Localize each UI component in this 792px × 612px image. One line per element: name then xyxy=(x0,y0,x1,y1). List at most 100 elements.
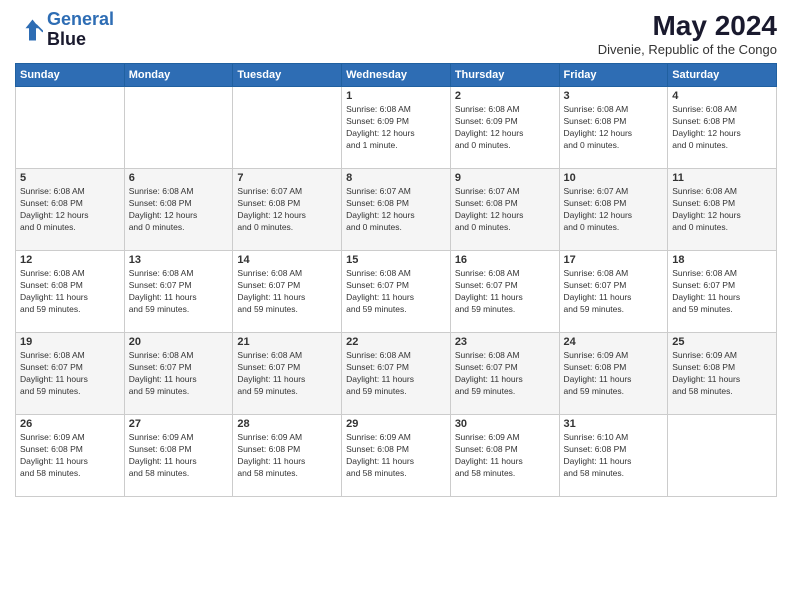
calendar-cell: 22 Sunrise: 6:08 AM Sunset: 6:07 PM Dayli… xyxy=(342,333,451,415)
calendar-cell: 1 Sunrise: 6:08 AM Sunset: 6:09 PM Daylig… xyxy=(342,87,451,169)
day-info: Sunrise: 6:08 AM Sunset: 6:07 PM Dayligh… xyxy=(237,350,337,398)
day-number: 27 xyxy=(129,418,229,430)
day-info: Sunrise: 6:08 AM Sunset: 6:07 PM Dayligh… xyxy=(564,268,664,316)
col-saturday: Saturday xyxy=(668,64,777,87)
day-number: 5 xyxy=(20,172,120,184)
calendar-cell: 17 Sunrise: 6:08 AM Sunset: 6:07 PM Dayli… xyxy=(559,251,668,333)
day-number: 11 xyxy=(672,172,772,184)
day-number: 17 xyxy=(564,254,664,266)
day-info: Sunrise: 6:10 AM Sunset: 6:08 PM Dayligh… xyxy=(564,432,664,480)
day-number: 22 xyxy=(346,336,446,348)
calendar-cell: 27 Sunrise: 6:09 AM Sunset: 6:08 PM Dayli… xyxy=(124,415,233,497)
day-info: Sunrise: 6:08 AM Sunset: 6:07 PM Dayligh… xyxy=(672,268,772,316)
day-info: Sunrise: 6:08 AM Sunset: 6:07 PM Dayligh… xyxy=(20,350,120,398)
day-number: 9 xyxy=(455,172,555,184)
day-number: 23 xyxy=(455,336,555,348)
calendar-cell: 31Sunrise: 6:10 AM Sunset: 6:08 PM Dayli… xyxy=(559,415,668,497)
day-info: Sunrise: 6:08 AM Sunset: 6:07 PM Dayligh… xyxy=(346,350,446,398)
calendar-cell xyxy=(668,415,777,497)
day-number: 25 xyxy=(672,336,772,348)
day-info: Sunrise: 6:08 AM Sunset: 6:08 PM Dayligh… xyxy=(672,186,772,234)
calendar-cell: 28 Sunrise: 6:09 AM Sunset: 6:08 PM Dayli… xyxy=(233,415,342,497)
calendar-cell: 23 Sunrise: 6:08 AM Sunset: 6:07 PM Dayli… xyxy=(450,333,559,415)
day-number: 12 xyxy=(20,254,120,266)
col-sunday: Sunday xyxy=(16,64,125,87)
calendar-cell: 30Sunrise: 6:09 AM Sunset: 6:08 PM Dayli… xyxy=(450,415,559,497)
day-info: Sunrise: 6:09 AM Sunset: 6:08 PM Dayligh… xyxy=(455,432,555,480)
title-section: May 2024 Divenie, Republic of the Congo xyxy=(598,10,777,57)
calendar-cell: 20 Sunrise: 6:08 AM Sunset: 6:07 PM Dayli… xyxy=(124,333,233,415)
logo: General Blue xyxy=(15,10,114,50)
calendar-week-5: 26 Sunrise: 6:09 AM Sunset: 6:08 PM Dayli… xyxy=(16,415,777,497)
day-info: Sunrise: 6:08 AM Sunset: 6:08 PM Dayligh… xyxy=(20,186,120,234)
main-title: May 2024 xyxy=(598,10,777,42)
day-info: Sunrise: 6:07 AM Sunset: 6:08 PM Dayligh… xyxy=(564,186,664,234)
day-number: 15 xyxy=(346,254,446,266)
calendar-week-2: 5 Sunrise: 6:08 AM Sunset: 6:08 PM Daylig… xyxy=(16,169,777,251)
day-info: Sunrise: 6:09 AM Sunset: 6:08 PM Dayligh… xyxy=(672,350,772,398)
day-info: Sunrise: 6:08 AM Sunset: 6:08 PM Dayligh… xyxy=(20,268,120,316)
logo-text: General Blue xyxy=(47,10,114,50)
calendar-cell: 12 Sunrise: 6:08 AM Sunset: 6:08 PM Dayli… xyxy=(16,251,125,333)
day-info: Sunrise: 6:09 AM Sunset: 6:08 PM Dayligh… xyxy=(237,432,337,480)
day-number: 19 xyxy=(20,336,120,348)
calendar-table: Sunday Monday Tuesday Wednesday Thursday… xyxy=(15,63,777,497)
day-info: Sunrise: 6:08 AM Sunset: 6:07 PM Dayligh… xyxy=(346,268,446,316)
calendar-cell: 5 Sunrise: 6:08 AM Sunset: 6:08 PM Daylig… xyxy=(16,169,125,251)
day-info: Sunrise: 6:08 AM Sunset: 6:07 PM Dayligh… xyxy=(237,268,337,316)
calendar-cell: 24 Sunrise: 6:09 AM Sunset: 6:08 PM Dayli… xyxy=(559,333,668,415)
day-info: Sunrise: 6:08 AM Sunset: 6:07 PM Dayligh… xyxy=(455,350,555,398)
calendar-cell: 13 Sunrise: 6:08 AM Sunset: 6:07 PM Dayli… xyxy=(124,251,233,333)
calendar-cell xyxy=(233,87,342,169)
day-info: Sunrise: 6:08 AM Sunset: 6:09 PM Dayligh… xyxy=(346,104,446,152)
col-tuesday: Tuesday xyxy=(233,64,342,87)
col-monday: Monday xyxy=(124,64,233,87)
day-info: Sunrise: 6:07 AM Sunset: 6:08 PM Dayligh… xyxy=(455,186,555,234)
calendar-week-3: 12 Sunrise: 6:08 AM Sunset: 6:08 PM Dayli… xyxy=(16,251,777,333)
day-info: Sunrise: 6:08 AM Sunset: 6:07 PM Dayligh… xyxy=(129,268,229,316)
day-info: Sunrise: 6:09 AM Sunset: 6:08 PM Dayligh… xyxy=(346,432,446,480)
day-number: 13 xyxy=(129,254,229,266)
day-info: Sunrise: 6:07 AM Sunset: 6:08 PM Dayligh… xyxy=(346,186,446,234)
calendar-cell: 26 Sunrise: 6:09 AM Sunset: 6:08 PM Dayli… xyxy=(16,415,125,497)
day-info: Sunrise: 6:09 AM Sunset: 6:08 PM Dayligh… xyxy=(20,432,120,480)
day-info: Sunrise: 6:08 AM Sunset: 6:07 PM Dayligh… xyxy=(129,350,229,398)
day-info: Sunrise: 6:09 AM Sunset: 6:08 PM Dayligh… xyxy=(564,350,664,398)
calendar-header-row: Sunday Monday Tuesday Wednesday Thursday… xyxy=(16,64,777,87)
calendar-cell xyxy=(124,87,233,169)
day-info: Sunrise: 6:08 AM Sunset: 6:08 PM Dayligh… xyxy=(129,186,229,234)
calendar-cell: 19 Sunrise: 6:08 AM Sunset: 6:07 PM Dayli… xyxy=(16,333,125,415)
col-thursday: Thursday xyxy=(450,64,559,87)
calendar-cell: 18Sunrise: 6:08 AM Sunset: 6:07 PM Dayli… xyxy=(668,251,777,333)
day-number: 8 xyxy=(346,172,446,184)
calendar-cell: 9 Sunrise: 6:07 AM Sunset: 6:08 PM Daylig… xyxy=(450,169,559,251)
calendar-week-1: 1 Sunrise: 6:08 AM Sunset: 6:09 PM Daylig… xyxy=(16,87,777,169)
day-info: Sunrise: 6:07 AM Sunset: 6:08 PM Dayligh… xyxy=(237,186,337,234)
day-info: Sunrise: 6:08 AM Sunset: 6:08 PM Dayligh… xyxy=(564,104,664,152)
day-number: 29 xyxy=(346,418,446,430)
logo-icon xyxy=(15,16,43,44)
day-number: 21 xyxy=(237,336,337,348)
calendar-cell: 29 Sunrise: 6:09 AM Sunset: 6:08 PM Dayli… xyxy=(342,415,451,497)
calendar-cell: 14 Sunrise: 6:08 AM Sunset: 6:07 PM Dayli… xyxy=(233,251,342,333)
day-number: 4 xyxy=(672,90,772,102)
col-wednesday: Wednesday xyxy=(342,64,451,87)
day-number: 24 xyxy=(564,336,664,348)
header: General Blue May 2024 Divenie, Republic … xyxy=(15,10,777,57)
col-friday: Friday xyxy=(559,64,668,87)
calendar-cell: 3Sunrise: 6:08 AM Sunset: 6:08 PM Daylig… xyxy=(559,87,668,169)
day-number: 28 xyxy=(237,418,337,430)
day-number: 1 xyxy=(346,90,446,102)
day-number: 14 xyxy=(237,254,337,266)
day-number: 26 xyxy=(20,418,120,430)
day-info: Sunrise: 6:09 AM Sunset: 6:08 PM Dayligh… xyxy=(129,432,229,480)
day-number: 2 xyxy=(455,90,555,102)
calendar-cell: 2 Sunrise: 6:08 AM Sunset: 6:09 PM Daylig… xyxy=(450,87,559,169)
calendar-cell: 7Sunrise: 6:07 AM Sunset: 6:08 PM Daylig… xyxy=(233,169,342,251)
calendar-cell: 11 Sunrise: 6:08 AM Sunset: 6:08 PM Dayli… xyxy=(668,169,777,251)
subtitle: Divenie, Republic of the Congo xyxy=(598,42,777,57)
day-info: Sunrise: 6:08 AM Sunset: 6:09 PM Dayligh… xyxy=(455,104,555,152)
page: General Blue May 2024 Divenie, Republic … xyxy=(0,0,792,612)
day-number: 20 xyxy=(129,336,229,348)
day-info: Sunrise: 6:08 AM Sunset: 6:07 PM Dayligh… xyxy=(455,268,555,316)
